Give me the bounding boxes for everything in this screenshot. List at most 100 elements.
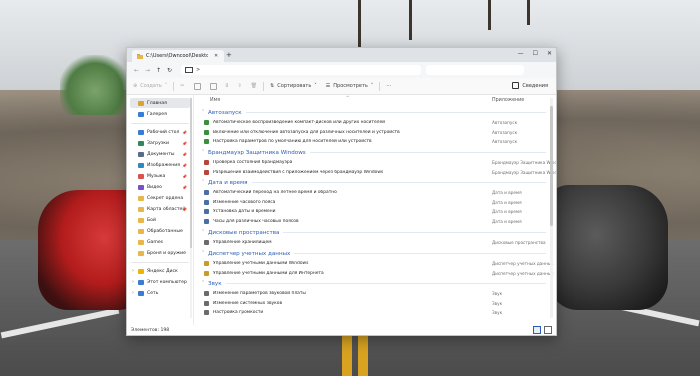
cut-icon[interactable]: ✂ xyxy=(180,83,184,89)
wallpaper-grey-car xyxy=(548,185,668,310)
list-item[interactable]: Настройка параметров по умолчанию для но… xyxy=(204,137,548,147)
tiles-view-icon[interactable] xyxy=(544,326,552,334)
group-header[interactable]: ˅ Дисковые пространства xyxy=(202,228,546,237)
pictures-icon xyxy=(138,162,144,168)
sort-button[interactable]: ⇅ Сортировать ˅ xyxy=(270,83,317,89)
details-view-icon[interactable] xyxy=(533,326,541,334)
divider xyxy=(173,81,175,91)
view-button[interactable]: ☰ Просмотреть ˅ xyxy=(326,83,374,89)
group-title: Дисковые пространства xyxy=(208,229,280,236)
column-header-name[interactable]: Имя xyxy=(210,98,220,103)
more-options-button[interactable]: ··· xyxy=(386,83,391,89)
list-item[interactable]: Автоматическое воспроизведение компакт-д… xyxy=(204,118,548,128)
item-name: Управление хранилищем xyxy=(213,240,272,246)
sidebar-item-yandex-disk[interactable]: › Яндекс Диск xyxy=(130,266,190,276)
list-item[interactable]: Включение или отключение автозапуска для… xyxy=(204,128,548,138)
item-name: Управление учетными данными для Интернет… xyxy=(213,270,324,276)
maximize-button[interactable]: ☐ xyxy=(533,50,538,57)
group-header[interactable]: ˅ Диспетчер учетных данных xyxy=(202,249,546,258)
folder-icon xyxy=(138,228,144,234)
item-name: Изменение параметров звуковой платы xyxy=(213,291,306,297)
sidebar-item-label: Видео xyxy=(147,184,162,190)
pin-icon: 📌 xyxy=(182,173,187,179)
sidebar-item-pictures[interactable]: Изображения 📌 xyxy=(130,160,190,170)
list-item[interactable]: Часы для различных часовых поясов Дата и… xyxy=(204,217,548,227)
list-item[interactable]: Проверка состояния брандмауэра Брандмауэ… xyxy=(204,158,556,168)
list-item[interactable]: Изменение часового пояса Дата и время xyxy=(204,198,548,208)
sidebar-item-network[interactable]: › Сеть xyxy=(130,288,190,298)
plus-circle-icon: ⊕ xyxy=(133,83,138,89)
back-arrow-icon[interactable]: ← xyxy=(131,67,142,74)
sidebar-item-folder[interactable]: Бой xyxy=(130,215,190,225)
refresh-icon[interactable]: ↻ xyxy=(164,67,175,74)
item-app: Автозапуск xyxy=(492,120,518,126)
sidebar-item-label: Рабочий стол xyxy=(147,129,180,135)
new-tab-button[interactable]: + xyxy=(226,51,232,59)
list-item[interactable]: Управление учетными данными для Интернет… xyxy=(204,269,554,279)
autoplay-icon xyxy=(204,129,209,135)
sidebar-item-downloads[interactable]: Загрузки 📌 xyxy=(130,138,190,148)
view-switcher xyxy=(533,326,552,334)
scrollbar-thumb[interactable] xyxy=(550,106,553,226)
sidebar-item-folder[interactable]: Карта областей 📌 xyxy=(130,204,190,214)
title-bar[interactable]: C:\Users\Owncool\Desktop\Go ✕ + — ☐ ✕ xyxy=(127,48,556,62)
up-arrow-icon[interactable]: ↑ xyxy=(153,67,164,74)
group-header[interactable]: ˅ Брандмауэр Защитника Windows xyxy=(202,148,546,157)
close-button[interactable]: ✕ xyxy=(547,50,552,57)
list-item[interactable]: Управление хранилищем Дисковые пространс… xyxy=(204,238,548,248)
list-item[interactable]: Настройка громкости Звук xyxy=(204,308,548,318)
share-icon[interactable]: ⇪ xyxy=(238,83,242,89)
power-pole xyxy=(409,0,412,40)
navigation-pane: Главная Галерея Рабочий стол 📌 Загрузки … xyxy=(127,95,194,325)
group-header[interactable]: ˅ Дата и время xyxy=(202,178,546,187)
details-button[interactable]: Сведения xyxy=(512,82,548,89)
minimize-button[interactable]: — xyxy=(518,50,524,57)
sidebar-item-folder[interactable]: Секрет ордена xyxy=(130,193,190,203)
forward-arrow-icon[interactable]: → xyxy=(142,67,153,74)
search-input[interactable] xyxy=(426,65,524,75)
item-app: Автозапуск xyxy=(492,139,518,145)
clock-icon xyxy=(204,199,209,205)
clock-icon xyxy=(204,190,209,196)
divider xyxy=(263,81,265,91)
sidebar-item-this-pc[interactable]: › Этот компьютер xyxy=(130,277,190,287)
chevron-down-icon: ˅ xyxy=(314,83,317,89)
address-input[interactable]: > xyxy=(181,65,421,75)
sidebar-item-home[interactable]: Главная xyxy=(130,98,190,108)
paste-icon[interactable] xyxy=(209,82,217,90)
list-item[interactable]: Изменение системных звуков Звук xyxy=(204,299,548,309)
sidebar-item-folder[interactable]: Games xyxy=(130,237,190,247)
chevron-right-icon[interactable]: › xyxy=(130,279,136,285)
item-name: Автоматическое воспроизведение компакт-д… xyxy=(213,120,386,126)
autoplay-icon xyxy=(204,139,209,145)
list-item[interactable]: Автоматический переход на летнее время и… xyxy=(204,188,548,198)
content-scrollbar[interactable] xyxy=(550,98,553,318)
firewall-icon xyxy=(204,160,209,166)
sidebar-item-music[interactable]: Музыка 📌 xyxy=(130,171,190,181)
tab-close-icon[interactable]: ✕ xyxy=(214,53,218,59)
sidebar-item-folder[interactable]: Обработанные xyxy=(130,226,190,236)
item-count: Элементов: 198 xyxy=(131,327,170,333)
list-item[interactable]: Управление учетными данными Windows Дисп… xyxy=(204,259,554,269)
sidebar-scrollbar[interactable] xyxy=(190,98,192,318)
chevron-right-icon[interactable]: › xyxy=(130,290,136,296)
copy-icon[interactable] xyxy=(193,82,201,90)
sidebar-item-folder[interactable]: Броня и оружие xyxy=(130,248,190,258)
column-header-app[interactable]: Приложение xyxy=(492,98,524,103)
chevron-right-icon[interactable]: › xyxy=(130,268,136,274)
sidebar-item-video[interactable]: Видео 📌 xyxy=(130,182,190,192)
sidebar-item-gallery[interactable]: Галерея xyxy=(130,109,190,119)
window-tab[interactable]: C:\Users\Owncool\Desktop\Go ✕ xyxy=(132,50,224,62)
delete-icon[interactable]: 🗑 xyxy=(251,83,257,89)
list-item[interactable]: Изменение параметров звуковой платы Звук xyxy=(204,289,548,299)
group-header[interactable]: ˅ Автозапуск xyxy=(202,108,546,117)
sidebar-item-desktop[interactable]: Рабочий стол 📌 xyxy=(130,127,190,137)
group-header[interactable]: ˅ Звук xyxy=(202,279,546,288)
create-button[interactable]: ⊕ Создать ˅ xyxy=(133,83,167,89)
list-item[interactable]: Установка даты и времени Дата и время xyxy=(204,207,548,217)
home-icon xyxy=(138,100,144,106)
command-bar: ⊕ Создать ˅ ✂ ⌷ ⇪ 🗑 ⇅ Сортировать ˅ ☰ Пр… xyxy=(127,78,556,95)
list-item[interactable]: Разрешение взаимодействия с приложением … xyxy=(204,168,556,178)
sidebar-item-documents[interactable]: Документы 📌 xyxy=(130,149,190,159)
rename-icon[interactable]: ⌷ xyxy=(226,83,229,89)
